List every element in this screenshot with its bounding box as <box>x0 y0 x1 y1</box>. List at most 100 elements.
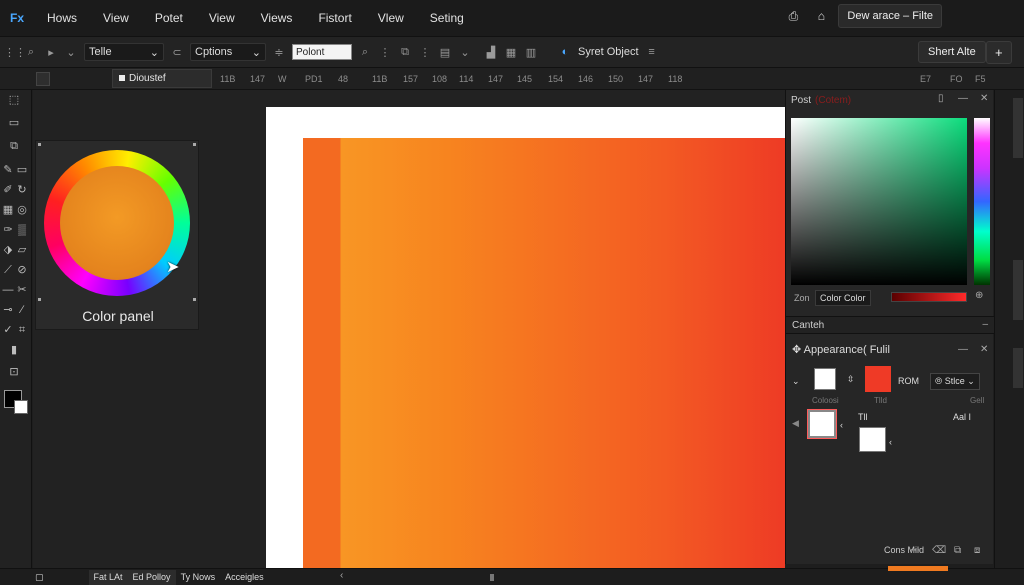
chevron-down-icon[interactable]: ⌄ <box>458 46 472 59</box>
horizontal-scrollbar[interactable]: ‹ <box>340 566 1000 582</box>
home-icon[interactable]: ⌂ <box>810 5 832 27</box>
share-icon[interactable]: ⎙ <box>782 5 804 27</box>
chevron-down-icon[interactable]: ⌄ <box>792 376 800 387</box>
search-icon[interactable]: ⌕ <box>358 46 372 59</box>
nav-first-icon[interactable]: ▢ <box>30 570 49 585</box>
align-columns-icon[interactable]: ▥ <box>524 46 538 59</box>
hue-slider[interactable] <box>974 118 990 285</box>
app-logo[interactable]: Fx <box>0 11 34 25</box>
options-select[interactable]: Cptions ⌄ <box>190 43 266 61</box>
ruler-tick: 114 <box>459 74 474 84</box>
ruler-tick: 147 <box>488 74 504 84</box>
status-tab-acceigles[interactable]: Acceigles <box>220 570 269 585</box>
ruler-tick: 11B <box>220 74 236 84</box>
orange-gradient-rectangle[interactable] <box>303 138 785 568</box>
point-input[interactable] <box>292 44 352 60</box>
add-label[interactable]: Aal I <box>953 412 971 422</box>
collapse-icon[interactable]: – <box>982 319 988 330</box>
document-tab[interactable]: Dioustef <box>112 69 212 88</box>
slice-tool-icon[interactable]: ⊡ <box>6 364 22 380</box>
visibility-icon[interactable]: ◀ <box>792 418 799 429</box>
status-tab-ed-polloy[interactable]: Ed Polloy <box>127 569 176 585</box>
stroke-icon: ⦾ <box>935 376 943 386</box>
menu-icon[interactable]: ≡ <box>645 46 659 58</box>
dock-tab[interactable] <box>1013 348 1023 388</box>
eyedropper-icon[interactable]: ⊕ <box>975 290 983 301</box>
layers-icon[interactable]: ▤ <box>438 46 452 59</box>
selection-tool-icon[interactable]: ⬚ <box>6 92 22 108</box>
saturation-field[interactable] <box>791 118 967 285</box>
delete-icon[interactable]: ⌫ <box>932 545 946 556</box>
ruler-tick: 157 <box>403 74 419 84</box>
document-tab-icon <box>119 75 125 81</box>
link-icon[interactable]: ⊂ <box>170 46 184 59</box>
new-layer-icon[interactable]: ⧉ <box>954 545 961 556</box>
play-icon[interactable]: ▸ <box>44 46 58 59</box>
ruler-tick: PD1 <box>305 74 323 84</box>
move-icon[interactable]: ✥ <box>792 344 801 356</box>
panel-toggle-icon[interactable] <box>36 72 50 86</box>
chevron-down-icon[interactable]: ⌄ <box>64 46 78 59</box>
graph-tool-icon[interactable]: ▮ <box>6 342 22 358</box>
red-channel-slider[interactable] <box>891 292 967 302</box>
layer-thumbnail[interactable] <box>807 409 837 439</box>
fill-color-swatch[interactable] <box>814 368 836 390</box>
menu-item-hows[interactable]: Hows <box>34 11 90 25</box>
menu-item-potet[interactable]: Potet <box>142 11 196 25</box>
transform-icon[interactable]: ⧉ <box>398 46 412 59</box>
status-tab-ty-nows[interactable]: Ty Nows <box>176 570 221 585</box>
artboard-tool-icon[interactable]: ▭ <box>6 115 22 131</box>
anchor-tool-icon[interactable]: ▭ <box>14 162 30 178</box>
menu-item-fistort[interactable]: Fistort <box>305 11 364 25</box>
minimize-icon[interactable]: — <box>958 93 968 104</box>
scroll-left-icon[interactable]: ‹ <box>340 570 343 581</box>
more-icon[interactable]: ⋯ <box>910 545 920 556</box>
menu-item-seting[interactable]: Seting <box>417 11 477 25</box>
align-icon[interactable]: ≑ <box>272 46 286 59</box>
scroll-thumb[interactable] <box>490 574 494 581</box>
fill-red-swatch[interactable] <box>865 366 891 392</box>
stroke-select[interactable]: ⦾ Stlce ⌄ <box>930 373 980 390</box>
duplicate-icon[interactable]: ⧈ <box>974 545 980 556</box>
menu-item-view-2[interactable]: View <box>196 11 248 25</box>
scissors-tool-icon[interactable]: ✂ <box>14 282 30 298</box>
search-icon[interactable]: ⌕ <box>24 46 38 59</box>
menu-item-view[interactable]: View <box>90 11 142 25</box>
arrange-icon[interactable]: ▟ <box>484 46 498 59</box>
close-icon[interactable]: ✕ <box>980 93 988 104</box>
canteh-section[interactable]: Canteh – <box>786 316 994 334</box>
style-select[interactable]: Telle ⌄ <box>84 43 164 61</box>
stroke-swatch[interactable] <box>14 400 28 414</box>
stroke-color-swatch[interactable] <box>859 427 886 452</box>
status-tab-fat[interactable]: Fat LAt <box>88 569 128 585</box>
eraser-tool-icon[interactable]: ▱ <box>14 242 30 258</box>
color-picker-subtitle: (Cotem) <box>815 94 852 106</box>
panel-corner <box>38 143 41 146</box>
color-panel: ➤ Color panel <box>35 140 199 330</box>
scale-tool-icon[interactable]: ⊘ <box>14 262 30 278</box>
grid-icon[interactable]: ⋮⋮ <box>4 46 26 59</box>
ellipse-tool-icon[interactable]: ◎ <box>14 202 30 218</box>
menu-item-views[interactable]: Views <box>248 11 306 25</box>
distribute-icon[interactable]: ▦ <box>504 46 518 59</box>
close-icon[interactable]: ✕ <box>980 344 988 355</box>
color-mode-button[interactable]: Color Color <box>815 290 871 306</box>
puppet-tool-icon[interactable]: ⌗ <box>14 322 30 338</box>
workspace-button[interactable]: Dew arace – Filte <box>838 4 942 28</box>
dock-tab[interactable] <box>1013 98 1023 158</box>
direct-select-icon[interactable]: ⧉ <box>6 138 22 154</box>
mesh-tool-icon[interactable]: ▒ <box>14 222 30 238</box>
knife-tool-icon[interactable]: ∕ <box>14 302 30 318</box>
curvature-tool-icon[interactable]: ↻ <box>14 182 30 198</box>
dock-strip <box>994 90 1024 570</box>
swap-icon[interactable]: ⇳ <box>847 374 855 385</box>
ruler-tick: FO <box>950 74 963 84</box>
minimize-icon[interactable]: — <box>958 344 968 355</box>
share-button[interactable]: Shert Alte <box>918 41 986 63</box>
dock-tab[interactable] <box>1013 260 1023 320</box>
menu-bar: Fx Hows View Potet View Views Fistort Vl… <box>0 0 1024 36</box>
add-button[interactable]: + <box>986 41 1012 64</box>
panel-options-icon[interactable]: ▯ <box>938 93 944 104</box>
object-label[interactable]: Syret Object <box>578 46 639 58</box>
menu-item-vlew[interactable]: Vlew <box>365 11 417 25</box>
